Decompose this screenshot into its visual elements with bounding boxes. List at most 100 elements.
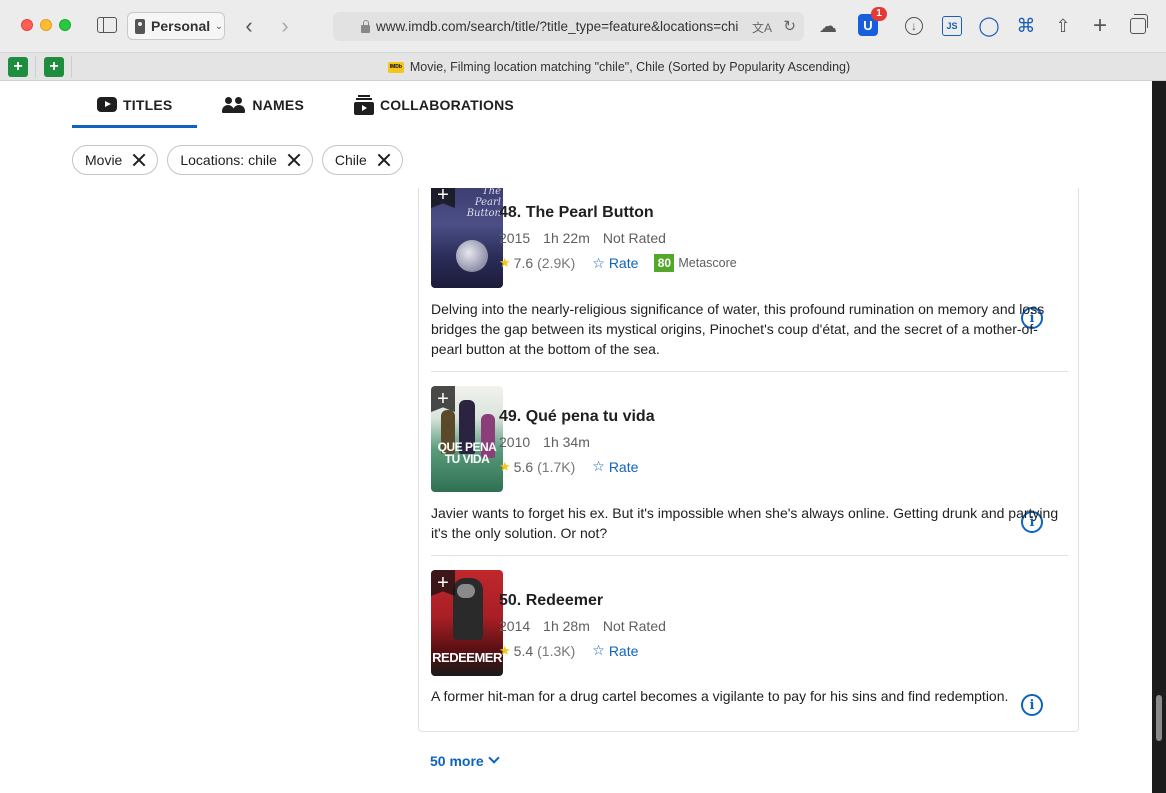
profile-label: Personal xyxy=(151,18,211,34)
add-to-watchlist-icon[interactable]: + xyxy=(431,188,455,208)
scrollbar-thumb[interactable] xyxy=(1156,695,1162,741)
poster-title-text: REDEEMER xyxy=(432,650,502,665)
star-outline-icon: ☆ xyxy=(592,458,605,474)
close-icon[interactable] xyxy=(287,153,301,167)
plot-text: Delving into the nearly-religious signif… xyxy=(431,301,1045,357)
poster-image[interactable]: The Pearl Button + xyxy=(431,188,503,288)
poster-image[interactable]: REDEEMER + xyxy=(431,570,503,676)
cloud-icon[interactable]: ☁ xyxy=(815,14,841,38)
translate-icon[interactable]: 文A xyxy=(752,19,772,36)
new-tab-icon[interactable]: + xyxy=(1090,12,1110,39)
reload-icon[interactable]: ↻ xyxy=(783,17,796,35)
filter-chip-country[interactable]: Chile xyxy=(321,145,403,175)
javascript-icon[interactable]: JS xyxy=(942,16,962,36)
star-icon: ★ xyxy=(499,255,511,270)
imdb-rating: 5.4 xyxy=(513,642,534,659)
fullscreen-window-button[interactable] xyxy=(59,19,71,31)
lock-icon xyxy=(361,19,370,33)
certificate: Not Rated xyxy=(602,618,666,634)
title-link[interactable]: 50. Redeemer xyxy=(499,592,603,610)
tab-bar: + + IMDb Movie, Filming location matchin… xyxy=(0,52,1166,81)
tab-overview-icon[interactable] xyxy=(1128,14,1148,38)
browser-toolbar: Personal ⌄ ‹ › www.imdb.com/search/title… xyxy=(0,0,1166,52)
row-divider xyxy=(431,555,1068,556)
vote-count: (1.7K) xyxy=(537,458,576,475)
url-text: www.imdb.com/search/title/?title_type=fe… xyxy=(376,19,739,34)
rate-label: Rate xyxy=(608,642,639,659)
year: 2015 xyxy=(499,230,531,246)
filter-chip-label: Locations: chile xyxy=(180,152,277,168)
close-icon[interactable] xyxy=(377,153,391,167)
pinned-tab-sheets-icon-2[interactable]: + xyxy=(44,57,64,77)
share-icon[interactable]: ⇧ xyxy=(1053,14,1073,38)
rate-button[interactable]: ☆ Rate xyxy=(592,642,638,659)
forward-button[interactable]: › xyxy=(276,15,294,37)
runtime: 1h 28m xyxy=(543,618,590,634)
close-icon[interactable] xyxy=(132,153,146,167)
title-metadata: 2015 1h 22m Not Rated xyxy=(499,230,666,246)
figure-graphic xyxy=(457,584,475,598)
rate-button[interactable]: ☆ Rate xyxy=(592,255,638,272)
close-window-button[interactable] xyxy=(21,19,33,31)
filter-chip-movie[interactable]: Movie xyxy=(72,145,159,175)
filter-chip-locations[interactable]: Locations: chile xyxy=(167,145,313,175)
imdb-rating: 7.6 xyxy=(513,255,534,271)
title-metadata: 2010 1h 34m xyxy=(499,434,590,450)
tab-titles[interactable]: TITLES xyxy=(72,81,198,128)
collaborations-icon xyxy=(353,94,374,115)
page-content: TITLES NAMES COLLABORATIONS Movie Locati… xyxy=(0,81,1152,793)
add-to-watchlist-icon[interactable]: + xyxy=(431,570,455,596)
active-tab[interactable]: IMDb Movie, Filming location matching "c… xyxy=(72,53,1166,81)
year: 2014 xyxy=(499,618,531,634)
command-icon[interactable]: ⌘ xyxy=(1015,14,1037,38)
tab-collaborations[interactable]: COLLABORATIONS xyxy=(329,81,539,128)
profile-selector[interactable]: Personal ⌄ xyxy=(127,12,225,40)
cube-icon[interactable]: ◯ xyxy=(978,14,1000,38)
chevron-down-icon xyxy=(488,752,500,764)
title-link[interactable]: 49. Qué pena tu vida xyxy=(499,408,655,426)
metascore-label: Metascore xyxy=(678,256,737,270)
tab-names-label: NAMES xyxy=(252,96,304,113)
plot-text: A former hit-man for a drug cartel becom… xyxy=(431,688,1009,704)
filter-chip-label: Movie xyxy=(85,152,123,168)
tab-collaborations-label: COLLABORATIONS xyxy=(379,96,514,113)
vote-count: (2.9K) xyxy=(537,255,576,271)
search-tabs: TITLES NAMES COLLABORATIONS xyxy=(72,81,539,128)
poster-title-text: The Pearl Button xyxy=(466,188,501,219)
address-bar[interactable]: www.imdb.com/search/title/?title_type=fe… xyxy=(333,12,804,41)
poster-title-text: QUE PENA TU VIDA xyxy=(437,440,497,466)
star-icon: ★ xyxy=(499,642,511,658)
profile-icon xyxy=(135,18,145,34)
title-link[interactable]: 48. The Pearl Button xyxy=(499,204,654,222)
results-list: The Pearl Button + 48. The Pearl Button … xyxy=(418,188,1079,732)
rate-button[interactable]: ☆ Rate xyxy=(592,458,638,475)
rate-label: Rate xyxy=(608,458,639,475)
title-metadata: 2014 1h 28m Not Rated xyxy=(499,618,666,634)
back-button[interactable]: ‹ xyxy=(240,15,258,37)
rating-row: ★ 5.6 (1.7K) ☆ Rate xyxy=(499,458,638,475)
load-more-button[interactable]: 50 more xyxy=(430,752,500,769)
chevron-down-icon: ⌄ xyxy=(215,20,223,31)
rate-label: Rate xyxy=(608,255,639,271)
sidebar-toggle-icon[interactable] xyxy=(97,17,117,33)
minimize-window-button[interactable] xyxy=(40,19,52,31)
runtime: 1h 22m xyxy=(543,230,590,246)
imdb-favicon: IMDb xyxy=(387,61,404,73)
poster-image[interactable]: QUE PENA TU VIDA + xyxy=(431,386,503,492)
filter-chips: Movie Locations: chile Chile xyxy=(72,145,403,175)
tab-names[interactable]: NAMES xyxy=(197,81,329,128)
notification-badge: 1 xyxy=(871,7,887,21)
video-icon xyxy=(97,97,117,112)
imdb-rating: 5.6 xyxy=(513,458,534,475)
add-to-watchlist-icon[interactable]: + xyxy=(431,386,455,412)
filter-chip-label: Chile xyxy=(334,152,367,168)
pinned-tab-sheets-icon[interactable]: + xyxy=(8,57,28,77)
scrollbar[interactable] xyxy=(1152,81,1166,793)
metascore-badge: 80 xyxy=(654,254,675,272)
rating-row: ★ 5.4 (1.3K) ☆ Rate xyxy=(499,642,638,659)
tab-titles-label: TITLES xyxy=(123,96,173,113)
download-icon[interactable]: ↓ xyxy=(904,14,924,38)
load-more-label: 50 more xyxy=(430,753,484,769)
star-icon: ★ xyxy=(499,458,511,474)
rating-row: ★ 7.6 (2.9K) ☆ Rate 80 Metascore xyxy=(499,254,737,272)
